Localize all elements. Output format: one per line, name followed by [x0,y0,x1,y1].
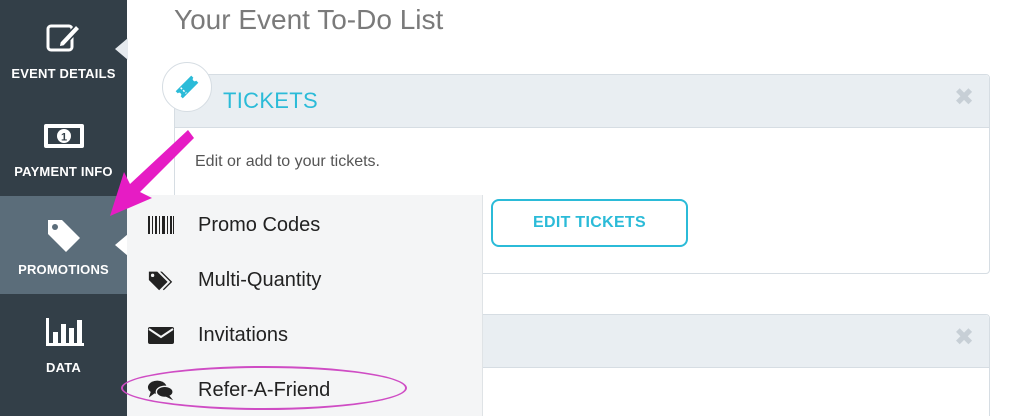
dropdown-item-label: Refer-A-Friend [198,379,331,401]
envelope-icon [147,323,175,347]
tickets-card-header: TICKETS ✖ [175,75,989,128]
dropdown-item-promo-codes[interactable]: Promo Codes [127,197,483,252]
money-icon: 1 [0,116,127,156]
page-title: Your Event To-Do List [174,4,444,35]
sidebar-item-event-details[interactable]: EVENT DETAILS [0,0,128,98]
barcode-icon [147,213,175,237]
sidebar-item-data[interactable]: DATA [0,294,127,392]
edit-icon [0,18,127,58]
sidebar-item-label: PAYMENT INFO [14,164,113,179]
chat-icon [147,378,175,402]
close-icon[interactable]: ✖ [953,86,975,110]
sidebar-item-label: DATA [46,360,81,375]
dropdown-item-multi-quantity[interactable]: Multi-Quantity [127,252,483,307]
dropdown-item-invitations[interactable]: Invitations [127,307,483,362]
sidebar-item-label: EVENT DETAILS [11,66,116,81]
dropdown-item-refer-a-friend[interactable]: Refer-A-Friend [127,362,483,416]
dropdown-item-label: Multi-Quantity [198,269,322,291]
sidebar-item-promotions[interactable]: PROMOTIONS [0,196,128,294]
ticket-icon [162,62,212,112]
close-icon[interactable]: ✖ [953,326,975,350]
sidebar-item-label: PROMOTIONS [18,262,109,277]
bar-chart-icon [0,312,127,352]
svg-text:1: 1 [60,132,66,144]
tickets-card-description: Edit or add to your tickets. [195,153,380,170]
sidebar-caret [115,38,128,60]
sidebar-item-payment-info[interactable]: 1 PAYMENT INFO [0,98,127,196]
tags-icon [147,268,175,292]
edit-tickets-button[interactable]: EDIT TICKETS [491,199,688,247]
tag-icon [0,214,127,254]
promotions-dropdown: Promo Codes Multi-Quantity Invitations R… [127,195,483,416]
dropdown-item-label: Invitations [198,324,289,346]
sidebar: EVENT DETAILS 1 PAYMENT INFO PROMOTIONS [0,0,128,416]
dropdown-item-label: Promo Codes [198,214,321,236]
tickets-card-title: TICKETS [223,88,318,113]
